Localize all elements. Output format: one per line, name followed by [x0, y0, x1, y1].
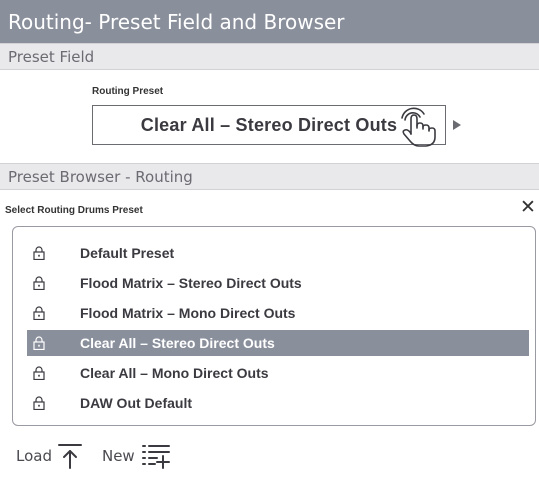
lock-icon: [33, 276, 45, 290]
new-list-icon: [141, 445, 170, 469]
preset-list-item[interactable]: Flood Matrix – Stereo Direct Outs: [27, 270, 529, 296]
preset-list-item-selected[interactable]: Clear All – Stereo Direct Outs: [27, 330, 529, 356]
upload-arrow-icon: [57, 444, 82, 469]
preset-list-item[interactable]: Clear All – Mono Direct Outs: [27, 360, 529, 386]
lock-icon: [33, 396, 45, 410]
preset-item-label: DAW Out Default: [80, 395, 192, 411]
preset-list-item[interactable]: Default Preset: [27, 240, 529, 266]
new-label: New: [101, 447, 135, 465]
routing-preset-value: Clear All – Stereo Direct Outs: [140, 114, 398, 135]
preset-list: Default Preset Flood Matrix – Stereo Dir…: [12, 226, 536, 426]
preset-next-arrow-icon[interactable]: [453, 120, 461, 130]
preset-browser-section-header: Preset Browser - Routing: [0, 163, 539, 190]
lock-icon: [33, 306, 45, 320]
preset-item-label: Flood Matrix – Mono Direct Outs: [80, 305, 296, 321]
preset-item-label: Clear All – Mono Direct Outs: [80, 365, 269, 381]
preset-item-label: Flood Matrix – Stereo Direct Outs: [80, 275, 302, 291]
select-routing-preset-label: Select Routing Drums Preset: [5, 205, 143, 216]
load-button[interactable]: Load: [16, 442, 84, 470]
hand-pointer-icon: [401, 107, 436, 147]
browser-footer: Load New: [16, 441, 171, 471]
preset-list-item[interactable]: DAW Out Default: [27, 390, 529, 416]
preset-item-label: Default Preset: [80, 245, 175, 261]
preset-field-section-header: Preset Field: [0, 43, 539, 70]
load-label: Load: [16, 447, 52, 465]
close-icon[interactable]: ✕: [520, 198, 536, 217]
routing-preset-label: Routing Preset: [92, 86, 164, 97]
new-button[interactable]: New: [102, 442, 171, 470]
preset-item-label: Clear All – Stereo Direct Outs: [80, 335, 275, 351]
lock-icon: [33, 246, 45, 260]
window-title: Routing- Preset Field and Browser: [0, 0, 539, 43]
lock-icon: [33, 336, 45, 350]
lock-icon: [33, 366, 45, 380]
preset-list-item[interactable]: Flood Matrix – Mono Direct Outs: [27, 300, 529, 326]
